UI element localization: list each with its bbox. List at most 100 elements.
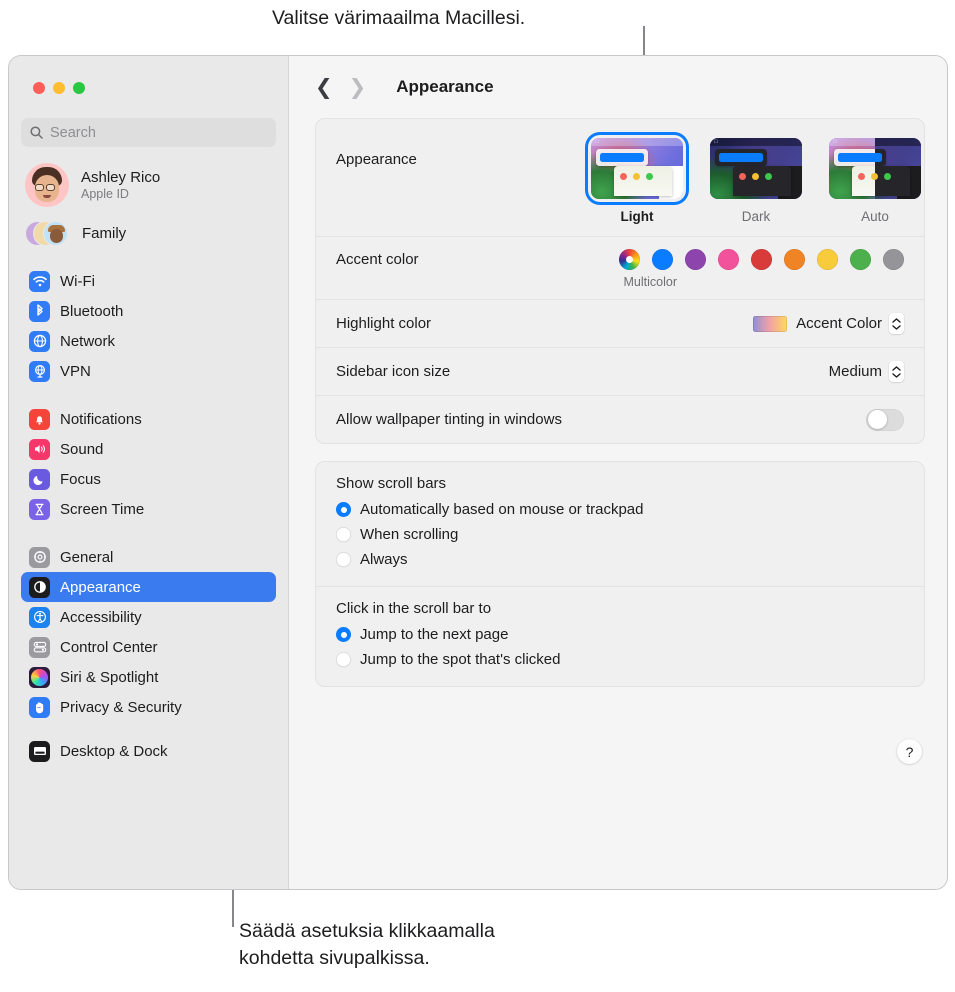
callout-top-text: Valitse värimaailma Macillesi. xyxy=(272,7,526,29)
dark-thumb-wrap:  xyxy=(707,135,805,202)
sidebar-item-label: VPN xyxy=(60,362,91,380)
system-settings-window: Search Ashley Rico Apple ID Family Wi-Fi… xyxy=(8,55,948,890)
sidebar-group-network: Wi-Fi Bluetooth Network VPN xyxy=(21,266,276,386)
appearance-icon xyxy=(29,576,50,598)
control-center-icon xyxy=(29,636,50,658)
speaker-icon xyxy=(29,438,50,460)
sidebar-item-privacy-security[interactable]: Privacy & Security xyxy=(21,692,276,722)
sidebar-item-label: Sound xyxy=(60,440,104,458)
siri-icon xyxy=(29,666,50,688)
chevron-right-icon[interactable]: ❯ xyxy=(349,77,367,98)
sidebar-item-label: Focus xyxy=(60,470,101,488)
sidebar-item-focus[interactable]: Focus xyxy=(21,464,276,494)
appearance-option-light[interactable]:  Light xyxy=(588,135,686,224)
radio-label: Jump to the spot that's clicked xyxy=(360,651,561,668)
accent-swatch-green[interactable] xyxy=(850,249,871,270)
appearance-option-auto[interactable]:   xyxy=(826,135,924,224)
sidebar-item-label: Bluetooth xyxy=(60,302,124,320)
radio-jump-to-spot[interactable]: Jump to the spot that's clicked xyxy=(336,647,904,672)
sidebar-group-desktop: Desktop & Dock xyxy=(21,736,276,766)
radio-label: Automatically based on mouse or trackpad xyxy=(360,501,644,518)
desktop-dock-icon xyxy=(29,740,50,762)
radio-button[interactable] xyxy=(336,652,351,667)
auto-thumb-wrap:   xyxy=(826,135,924,202)
sidebar-item-vpn[interactable]: VPN xyxy=(21,356,276,386)
sidebar-item-label: Privacy & Security xyxy=(60,698,182,716)
highlight-color-row[interactable]: Highlight color Accent Color xyxy=(316,299,924,347)
sidebar: Search Ashley Rico Apple ID Family Wi-Fi… xyxy=(9,56,288,889)
profile-row[interactable]: Ashley Rico Apple ID xyxy=(21,163,276,207)
close-button[interactable] xyxy=(33,82,45,94)
sidebar-item-sound[interactable]: Sound xyxy=(21,434,276,464)
accent-swatch-pink[interactable] xyxy=(718,249,739,270)
sidebar-item-label: Siri & Spotlight xyxy=(60,668,159,686)
chevron-up-icon xyxy=(892,365,901,371)
sidebar-item-siri-spotlight[interactable]: Siri & Spotlight xyxy=(21,662,276,692)
zoom-button[interactable] xyxy=(73,82,85,94)
radio-when-scrolling[interactable]: When scrolling xyxy=(336,522,904,547)
chevron-left-icon[interactable]: ❮ xyxy=(315,77,333,98)
sidebar-item-general[interactable]: General xyxy=(21,542,276,572)
appearance-option-label: Auto xyxy=(861,209,889,224)
wallpaper-tinting-row: Allow wallpaper tinting in windows xyxy=(316,395,924,443)
sidebar-item-appearance[interactable]: Appearance xyxy=(21,572,276,602)
sidebar-icon-size-value: Medium xyxy=(828,363,882,380)
appearance-panel: Appearance  xyxy=(315,118,925,444)
accent-swatch-yellow[interactable] xyxy=(817,249,838,270)
radio-button[interactable] xyxy=(336,627,351,642)
window-traffic-lights xyxy=(21,56,276,94)
appearance-option-dark[interactable]:  Dark xyxy=(707,135,805,224)
accent-swatch-graphite[interactable] xyxy=(883,249,904,270)
radio-button[interactable] xyxy=(336,527,351,542)
radio-auto-scrollbars[interactable]: Automatically based on mouse or trackpad xyxy=(336,497,904,522)
wifi-icon xyxy=(29,270,50,292)
sidebar-item-family[interactable]: Family xyxy=(21,218,276,248)
search-icon xyxy=(30,126,43,139)
radio-jump-next-page[interactable]: Jump to the next page xyxy=(336,622,904,647)
sidebar-item-label: Network xyxy=(60,332,116,350)
sidebar-item-network[interactable]: Network xyxy=(21,326,276,356)
radio-button[interactable] xyxy=(336,552,351,567)
content-area: ❮ ❯ Appearance Appearance  xyxy=(288,56,947,889)
radio-button[interactable] xyxy=(336,502,351,517)
sidebar-item-label: General xyxy=(60,548,114,566)
highlight-color-stepper[interactable] xyxy=(889,313,904,334)
help-button[interactable]: ? xyxy=(897,739,922,764)
chevron-down-icon xyxy=(892,324,901,330)
profile-subtitle: Apple ID xyxy=(81,187,129,201)
sidebar-icon-size-row[interactable]: Sidebar icon size Medium xyxy=(316,347,924,395)
sidebar-item-wi-fi[interactable]: Wi-Fi xyxy=(21,266,276,296)
sidebar-item-label: Accessibility xyxy=(60,608,142,626)
accent-color-label: Accent color xyxy=(336,251,419,268)
minimize-button[interactable] xyxy=(53,82,65,94)
scroll-bar-click-group: Click in the scroll bar to Jump to the n… xyxy=(316,586,924,686)
accent-swatch-red[interactable] xyxy=(751,249,772,270)
search-input[interactable]: Search xyxy=(21,118,276,147)
search-placeholder: Search xyxy=(50,124,96,141)
sidebar-item-control-center[interactable]: Control Center xyxy=(21,632,276,662)
show-scroll-bars-group: Show scroll bars Automatically based on … xyxy=(316,462,924,586)
chevron-down-icon xyxy=(892,372,901,378)
sidebar-item-bluetooth[interactable]: Bluetooth xyxy=(21,296,276,326)
vpn-globe-icon xyxy=(29,360,50,382)
radio-always[interactable]: Always xyxy=(336,547,904,572)
highlight-color-swatch xyxy=(753,315,788,332)
toolbar: ❮ ❯ Appearance xyxy=(289,56,947,118)
scroll-bar-click-title: Click in the scroll bar to xyxy=(336,600,492,617)
sidebar-item-notifications[interactable]: Notifications xyxy=(21,404,276,434)
sidebar-item-desktop-dock[interactable]: Desktop & Dock xyxy=(21,736,276,766)
accent-swatch-multicolor[interactable] xyxy=(619,249,640,270)
accent-swatch-blue[interactable] xyxy=(652,249,673,270)
sidebar-group-system: General Appearance Accessibility Control… xyxy=(21,542,276,722)
sidebar-icon-size-stepper[interactable] xyxy=(889,361,904,382)
screenshot-stage: Valitse värimaailma Macillesi. Säädä ase… xyxy=(0,0,955,992)
sidebar-item-accessibility[interactable]: Accessibility xyxy=(21,602,276,632)
dark-theme-thumbnail:  xyxy=(710,138,802,199)
accent-swatch-purple[interactable] xyxy=(685,249,706,270)
wallpaper-tinting-label: Allow wallpaper tinting in windows xyxy=(336,411,562,428)
wallpaper-tinting-toggle[interactable] xyxy=(866,408,904,431)
appearance-option-label: Light xyxy=(620,209,654,224)
accent-swatch-orange[interactable] xyxy=(784,249,805,270)
sidebar-icon-size-label: Sidebar icon size xyxy=(336,363,451,380)
sidebar-item-screen-time[interactable]: Screen Time xyxy=(21,494,276,524)
